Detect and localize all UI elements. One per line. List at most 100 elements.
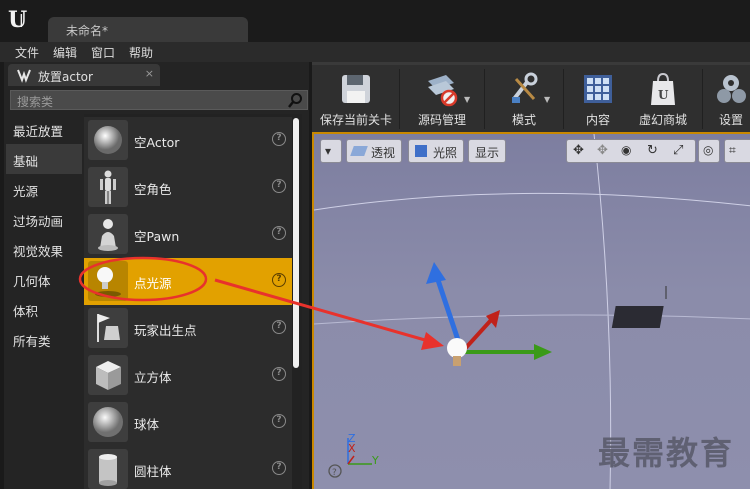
- category-lights[interactable]: 光源: [6, 174, 82, 204]
- grid-snap-icon: ⌗: [729, 143, 736, 157]
- cube-icon: [88, 355, 128, 395]
- actor-item-empty-actor[interactable]: 空Actor ?: [84, 117, 292, 164]
- marketplace-label: 虚幻商城: [638, 113, 687, 127]
- marketplace-bag-icon: U: [651, 72, 675, 105]
- source-control-icon: [428, 75, 458, 107]
- scale-icon[interactable]: ◉: [621, 143, 631, 157]
- show-button[interactable]: 显示: [468, 139, 506, 163]
- world-local-button[interactable]: ◎: [698, 139, 720, 163]
- pawn-icon: [88, 214, 128, 254]
- place-actor-icon: [17, 69, 31, 83]
- light-bulb-icon: [88, 261, 128, 301]
- sphere-icon: [88, 120, 128, 160]
- help-icon[interactable]: ?: [272, 320, 286, 334]
- settings-button[interactable]: 设置: [706, 69, 750, 131]
- svg-text:U: U: [658, 88, 669, 102]
- player-start-icon: [88, 308, 128, 348]
- category-recent[interactable]: 最近放置: [6, 114, 82, 144]
- lit-mode-button[interactable]: 光照: [408, 139, 464, 163]
- unreal-logo-icon[interactable]: U |: [6, 5, 34, 33]
- search-placeholder: 搜索类: [17, 95, 54, 109]
- place-actor-panel: 放置actor × 搜索类 最近放置 基础 光源 过场动画 视觉效果 几何体 体…: [4, 62, 309, 489]
- category-cinematic[interactable]: 过场动画: [6, 204, 82, 234]
- marketplace-button[interactable]: U 虚幻商城: [626, 69, 700, 131]
- translate-icon[interactable]: ✥: [573, 143, 584, 158]
- actor-item-label: 空角色: [134, 182, 172, 197]
- actor-item-empty-character[interactable]: 空角色 ?: [84, 164, 292, 211]
- content-grid-icon: [584, 75, 612, 103]
- save-level-button[interactable]: 保存当前关卡: [316, 69, 396, 131]
- perspective-button[interactable]: 透视: [346, 139, 402, 163]
- toolbar-separator: [702, 69, 703, 129]
- help-icon[interactable]: ?: [272, 367, 286, 381]
- transform-tools-group: ✥ ✥ ◉ ↻ ⤢: [566, 139, 696, 163]
- actor-item-label: 圆柱体: [134, 464, 172, 479]
- search-icon[interactable]: [287, 92, 304, 109]
- perspective-icon: [350, 146, 368, 156]
- globe-icon: ◎: [703, 143, 714, 157]
- actor-item-player-start[interactable]: 玩家出生点 ?: [84, 305, 292, 352]
- toolbar-separator: [399, 69, 400, 129]
- menu-file[interactable]: 文件: [8, 42, 46, 62]
- viewport-options-button[interactable]: ▾: [320, 139, 342, 163]
- editor-window: U | 未命名* 文件 编辑 窗口 帮助 放置actor × 搜索类 最近放置 …: [0, 0, 750, 489]
- category-all-classes[interactable]: 所有类: [6, 324, 82, 354]
- document-tab[interactable]: 未命名*: [48, 17, 248, 42]
- modes-button[interactable]: ▼ 模式: [488, 69, 560, 131]
- category-visual-effects[interactable]: 视觉效果: [6, 234, 82, 264]
- place-actor-title: 放置actor: [38, 70, 93, 84]
- actor-item-label: 空Actor: [134, 135, 180, 150]
- lit-mode-label: 光照: [433, 146, 458, 160]
- menu-edit[interactable]: 编辑: [46, 42, 84, 62]
- help-icon[interactable]: ?: [272, 226, 286, 240]
- chevron-down-icon: ▾: [325, 144, 332, 158]
- actor-item-point-light[interactable]: 点光源 ?: [84, 258, 292, 305]
- actor-item-label: 玩家出生点: [134, 323, 197, 338]
- menu-help[interactable]: 帮助: [122, 42, 160, 62]
- help-icon[interactable]: ?: [272, 461, 286, 475]
- actor-item-label: 立方体: [134, 370, 172, 385]
- actor-item-label: 空Pawn: [134, 229, 180, 244]
- content-button[interactable]: 内容: [568, 69, 628, 131]
- svg-text:U: U: [8, 7, 27, 33]
- rotate-icon[interactable]: ✥: [597, 143, 608, 158]
- place-actor-tab[interactable]: 放置actor ×: [8, 64, 160, 86]
- content-label: 内容: [585, 113, 610, 127]
- actor-item-label: 球体: [134, 417, 160, 432]
- grid-snap-button[interactable]: ⌗: [724, 139, 750, 163]
- settings-gears-icon: [717, 75, 746, 103]
- help-icon[interactable]: ?: [272, 273, 286, 287]
- save-level-label: 保存当前关卡: [319, 113, 392, 127]
- perspective-label: 透视: [371, 146, 396, 160]
- toolbar-separator: [563, 69, 564, 129]
- chevron-down-icon[interactable]: ▼: [544, 95, 550, 104]
- sphere-icon: [88, 402, 128, 442]
- chevron-down-icon[interactable]: ▼: [464, 95, 470, 104]
- coordinate-space-icon[interactable]: ↻: [647, 143, 658, 158]
- svg-text:|: |: [19, 13, 24, 28]
- actor-item-cube[interactable]: 立方体 ?: [84, 352, 292, 399]
- watermark-text: 最需教育: [598, 434, 735, 472]
- actor-item-cylinder[interactable]: 圆柱体 ?: [84, 446, 292, 489]
- category-volumes[interactable]: 体积: [6, 294, 82, 324]
- document-tab-label: 未命名*: [66, 24, 109, 38]
- category-basic[interactable]: 基础: [6, 144, 82, 174]
- scrollbar[interactable]: [293, 118, 299, 368]
- help-icon[interactable]: ?: [272, 414, 286, 428]
- close-icon[interactable]: ×: [145, 67, 154, 80]
- source-control-button[interactable]: ▼ 源码管理: [402, 69, 482, 131]
- menu-window[interactable]: 窗口: [84, 42, 122, 62]
- character-icon: [88, 167, 128, 207]
- modes-tools-icon: [512, 72, 538, 103]
- surface-snap-icon[interactable]: ⤢: [673, 143, 683, 158]
- lit-cube-icon: [415, 145, 427, 157]
- actor-item-sphere[interactable]: 球体 ?: [84, 399, 292, 446]
- category-geometry[interactable]: 几何体: [6, 264, 82, 294]
- search-field[interactable]: 搜索类: [10, 90, 308, 110]
- toolbar-separator: [484, 69, 485, 129]
- category-list: 最近放置 基础 光源 过场动画 视觉效果 几何体 体积 所有类: [6, 114, 82, 354]
- actor-item-empty-pawn[interactable]: 空Pawn ?: [84, 211, 292, 258]
- help-icon[interactable]: ?: [272, 132, 286, 146]
- show-label: 显示: [475, 146, 500, 160]
- help-icon[interactable]: ?: [272, 179, 286, 193]
